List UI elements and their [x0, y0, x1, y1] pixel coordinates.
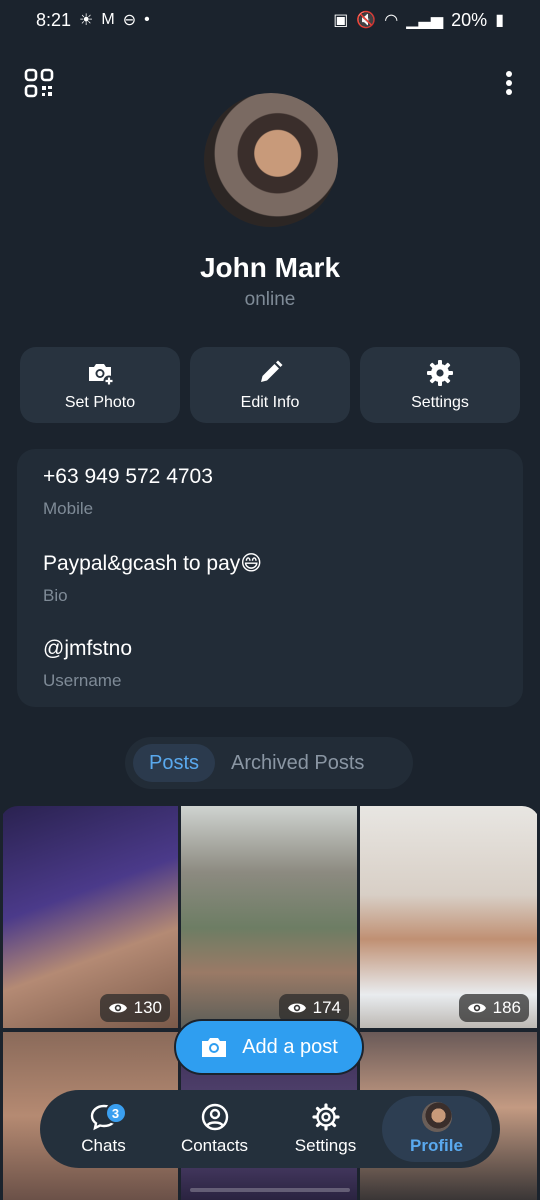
- set-photo-button[interactable]: Set Photo: [20, 347, 180, 423]
- username-row[interactable]: @jmfstno Username: [43, 635, 497, 721]
- view-count-badge: 130: [99, 994, 170, 1022]
- status-time: 8:21: [36, 9, 72, 30]
- gear-icon: [311, 1103, 340, 1131]
- edit-info-label: Edit Info: [240, 394, 300, 411]
- add-post-button[interactable]: Add a post: [174, 1019, 364, 1075]
- tab-posts[interactable]: Posts: [133, 744, 216, 782]
- profile-avatar-small: [421, 1102, 452, 1132]
- nav-settings[interactable]: Settings: [271, 1096, 381, 1162]
- username-label: Username: [43, 671, 122, 690]
- gear-icon: [427, 360, 453, 386]
- nav-profile-label: Profile: [410, 1136, 463, 1155]
- phone-row[interactable]: +63 949 572 4703 Mobile: [43, 463, 497, 549]
- phone-number: +63 949 572 4703: [43, 465, 213, 488]
- battery-icon: ▮: [495, 12, 504, 29]
- phone-label: Mobile: [43, 499, 94, 518]
- profile-actions: Set Photo Edit Info Settings: [20, 347, 520, 423]
- bottom-nav: 3 Chats Contacts Settings Profile: [40, 1090, 500, 1168]
- add-post-label: Add a post: [242, 1035, 338, 1058]
- post-tile[interactable]: 130: [3, 806, 178, 1028]
- pencil-icon: [261, 360, 283, 382]
- view-count: 186: [492, 998, 521, 1017]
- bio-row[interactable]: Paypal&gcash to pay😄 Bio: [43, 549, 497, 635]
- qr-code-icon[interactable]: [24, 68, 54, 98]
- signal-icon: ▁▃▅: [406, 12, 444, 29]
- set-photo-label: Set Photo: [64, 394, 136, 411]
- battery-percent: 20%: [451, 9, 488, 30]
- eye-icon: [108, 1003, 127, 1013]
- eye-icon: [287, 1003, 306, 1013]
- profile-name: John Mark: [199, 252, 341, 283]
- view-count-badge: 174: [278, 994, 349, 1022]
- view-count-badge: 186: [458, 994, 529, 1022]
- nav-contacts-label: Contacts: [180, 1136, 249, 1155]
- nav-chats[interactable]: 3 Chats: [49, 1096, 159, 1162]
- more-options-icon[interactable]: [502, 68, 516, 98]
- add-photo-icon: [89, 364, 115, 387]
- nav-profile[interactable]: Profile: [381, 1096, 492, 1162]
- notification-dot-icon: •: [144, 11, 150, 28]
- do-not-disturb-icon: ⊖: [122, 12, 137, 29]
- profile-avatar[interactable]: [204, 93, 338, 227]
- wifi-icon: ◠: [384, 12, 399, 29]
- post-tile[interactable]: 186: [360, 806, 537, 1028]
- bio-text: Paypal&gcash to pay😄: [43, 552, 263, 575]
- home-indicator: [190, 1188, 350, 1192]
- profile-info-card: +63 949 572 4703 Mobile Paypal&gcash to …: [17, 449, 523, 707]
- presence-status: online: [244, 289, 296, 310]
- nav-contacts[interactable]: Contacts: [160, 1096, 270, 1162]
- gmail-icon: M: [101, 11, 115, 28]
- eye-icon: [467, 1003, 486, 1013]
- person-icon: [201, 1103, 228, 1131]
- bio-label: Bio: [43, 586, 68, 605]
- settings-button[interactable]: Settings: [360, 347, 520, 423]
- edit-info-button[interactable]: Edit Info: [190, 347, 350, 423]
- nav-settings-label: Settings: [294, 1136, 357, 1155]
- view-count: 174: [312, 998, 341, 1017]
- nav-chats-label: Chats: [81, 1136, 126, 1155]
- settings-label: Settings: [411, 394, 469, 411]
- post-tile[interactable]: 174: [181, 806, 357, 1028]
- tab-archived-posts[interactable]: Archived Posts: [215, 744, 380, 782]
- mute-icon: 🔇: [356, 12, 377, 29]
- username-text: @jmfstno: [43, 637, 133, 660]
- camera-icon: [202, 1038, 227, 1057]
- status-bar: 8:21 ☀ M ⊖ • ▣ 🔇 ◠ ▁▃▅ 20% ▮: [0, 0, 540, 40]
- posts-tabs: Posts Archived Posts: [125, 737, 413, 789]
- view-count: 130: [133, 998, 162, 1017]
- battery-saver-icon: ▣: [333, 12, 349, 29]
- unread-badge: 3: [104, 1102, 127, 1124]
- brightness-icon: ☀: [79, 12, 94, 29]
